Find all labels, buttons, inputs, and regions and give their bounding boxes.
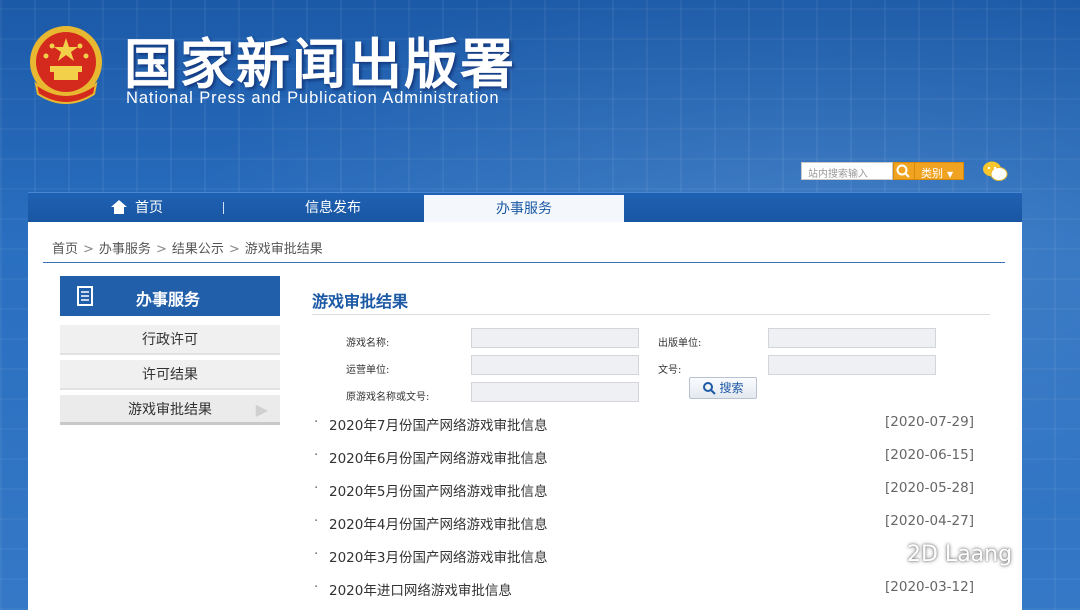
category-dropdown[interactable]: 类别 ▼ — [914, 162, 964, 180]
operator-input[interactable] — [471, 355, 639, 375]
list-item[interactable]: · 2020年6月份国产网络游戏审批信息 [2020-06-15] — [314, 447, 974, 467]
list-item-title[interactable]: 2020年进口网络游戏审批信息 — [329, 579, 512, 599]
original-name-label: 原游戏名称或文号: — [346, 392, 430, 403]
bullet: · — [314, 447, 319, 463]
breadcrumb-separator: > — [228, 242, 240, 257]
breadcrumb-current: 游戏审批结果 — [244, 242, 323, 257]
list-item-date: [2020-07-29] — [885, 414, 974, 430]
list-item-title[interactable]: 2020年6月份国产网络游戏审批信息 — [329, 447, 547, 467]
bullet: · — [314, 579, 319, 595]
search-icon[interactable] — [893, 162, 915, 180]
list-item-date: [2020-03-12] — [885, 579, 974, 595]
bullet: · — [314, 480, 319, 496]
document-icon — [77, 286, 93, 306]
site-title: 国家新闻出版署 — [124, 33, 516, 96]
sidebar-item-game-results[interactable]: 游戏审批结果 ▶ — [60, 395, 280, 425]
breadcrumb-results[interactable]: 结果公示 — [172, 242, 224, 257]
site-subtitle: National Press and Publication Administr… — [126, 89, 500, 107]
breadcrumb: 首页 > 办事服务 > 结果公示 > 游戏审批结果 — [52, 238, 323, 257]
nav-home-label: 首页 — [135, 200, 163, 216]
sidebar-heading-label: 办事服务 — [136, 290, 201, 309]
doc-no-input[interactable] — [768, 355, 936, 375]
watermark-text: 2D Laang — [907, 542, 1013, 567]
breadcrumb-divider — [43, 262, 1005, 263]
breadcrumb-separator: > — [155, 242, 167, 257]
nav-divider — [223, 202, 224, 214]
original-name-input[interactable] — [471, 382, 639, 402]
national-emblem-icon — [30, 26, 102, 104]
doc-no-label: 文号: — [658, 365, 682, 376]
list-item-date: [2020-06-15] — [885, 447, 974, 463]
sidebar-item-license-results[interactable]: 许可结果 — [60, 360, 280, 390]
page-title: 游戏审批结果 — [312, 292, 409, 311]
title-divider — [312, 314, 990, 315]
watermark: 2D Laang — [875, 542, 1012, 567]
list-item[interactable]: · 2020年7月份国产网络游戏审批信息 [2020-07-29] — [314, 414, 974, 434]
nav-info[interactable]: 信息发布 — [278, 193, 388, 223]
home-icon — [111, 200, 127, 214]
chevron-down-icon: ▼ — [947, 170, 954, 179]
breadcrumb-home[interactable]: 首页 — [52, 242, 78, 257]
game-name-label: 游戏名称: — [346, 338, 390, 349]
category-label: 类别 — [921, 167, 943, 180]
site-search-input[interactable]: 站内搜索输入 — [801, 162, 893, 180]
wechat-icon — [875, 544, 902, 566]
sidebar-item-admin-license[interactable]: 行政许可 — [60, 325, 280, 355]
search-button-label: 搜索 — [719, 381, 744, 395]
list-item-title[interactable]: 2020年7月份国产网络游戏审批信息 — [329, 414, 547, 434]
nav-home[interactable]: 首页 — [92, 193, 182, 223]
chevron-right-icon: ▶ — [255, 400, 268, 419]
list-item-title[interactable]: 2020年5月份国产网络游戏审批信息 — [329, 480, 547, 500]
list-item-title[interactable]: 2020年3月份国产网络游戏审批信息 — [329, 546, 547, 566]
wechat-icon[interactable] — [982, 160, 1008, 182]
breadcrumb-separator: > — [83, 242, 94, 257]
game-name-input[interactable] — [471, 328, 639, 348]
nav-service[interactable]: 办事服务 — [424, 195, 624, 223]
operator-label: 运营单位: — [346, 365, 390, 376]
publisher-input[interactable] — [768, 328, 936, 348]
list-item-date: [2020-05-28] — [885, 480, 974, 496]
main-panel: 首页 > 办事服务 > 结果公示 > 游戏审批结果 办事服务 行政许可 许可结果 游戏审批结… — [28, 222, 1022, 610]
breadcrumb-service[interactable]: 办事服务 — [99, 242, 151, 257]
list-item-date: [2020-04-27] — [885, 513, 974, 529]
bullet: · — [314, 513, 319, 529]
search-button[interactable]: 搜索 — [689, 377, 757, 399]
list-item[interactable]: · 2020年4月份国产网络游戏审批信息 [2020-04-27] — [314, 513, 974, 533]
list-item-title[interactable]: 2020年4月份国产网络游戏审批信息 — [329, 513, 547, 533]
bullet: · — [314, 414, 319, 430]
sidebar-item-label: 游戏审批结果 — [128, 402, 212, 418]
main-nav: 首页 信息发布 办事服务 — [28, 192, 1022, 223]
search-icon — [703, 382, 717, 395]
list-item[interactable]: · 2020年进口网络游戏审批信息 [2020-03-12] — [314, 579, 974, 599]
publisher-label: 出版单位: — [658, 338, 702, 349]
sidebar-heading: 办事服务 — [60, 276, 280, 316]
bullet: · — [314, 546, 319, 562]
list-item[interactable]: · 2020年5月份国产网络游戏审批信息 [2020-05-28] — [314, 480, 974, 500]
